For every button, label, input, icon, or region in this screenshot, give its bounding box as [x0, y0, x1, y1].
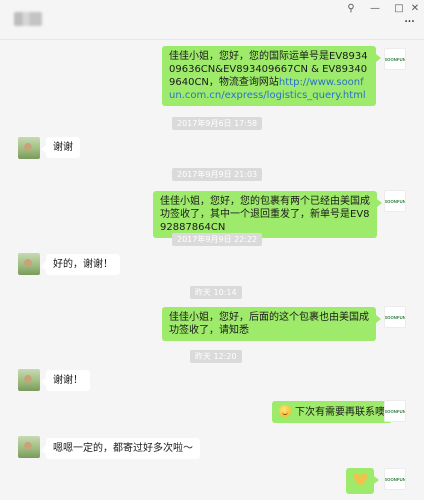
- message-bubble-incoming[interactable]: 好的，谢谢！: [41, 254, 120, 275]
- avatar-brand-text: SOONFUN: [384, 476, 406, 482]
- more-options-button[interactable]: ···: [402, 15, 416, 29]
- avatar-soonfun[interactable]: SOONFUN: [384, 190, 406, 212]
- avatar-brand-text: SOONFUN: [384, 198, 406, 204]
- avatar-brand-text: SOONFUN: [384, 408, 406, 414]
- message-text: 嗯嗯一定的，都寄过好多次啦～: [53, 443, 193, 454]
- chat-area[interactable]: 佳佳小姐，您好，您的国际运单号是EV893409636CN&EV89340966…: [0, 40, 424, 500]
- timestamp: 2017年9月6日 17:58: [172, 117, 263, 130]
- message-text: 佳佳小姐，您好，后面的这个包裹也由美国成功签收了，请知悉: [169, 312, 369, 336]
- avatar-brand-text: SOONFUN: [384, 56, 406, 62]
- message-text: 谢谢！: [53, 375, 83, 386]
- message-bubble-incoming[interactable]: 嗯嗯一定的，都寄过好多次啦～: [41, 438, 200, 459]
- timestamp: 昨天 10:14: [190, 286, 242, 299]
- clapping-hands-emoji-icon: [352, 472, 369, 486]
- timestamp: 2017年9月9日 22:22: [172, 233, 263, 246]
- timestamp: 2017年9月9日 21:03: [172, 168, 263, 181]
- minimize-icon[interactable]: —: [366, 2, 384, 16]
- avatar-brand-text: SOONFUN: [384, 314, 406, 320]
- avatar-user[interactable]: [18, 253, 40, 275]
- message-bubble-incoming[interactable]: 谢谢！: [41, 370, 90, 391]
- message-bubble-outgoing[interactable]: 佳佳小姐，您好，您的包裹有两个已经由美国成功签收了，其中一个退回重发了，新单号是…: [153, 191, 382, 238]
- avatar-user[interactable]: [18, 369, 40, 391]
- message-text: 谢谢: [53, 142, 73, 153]
- message-text: 下次有需要再联系噢: [295, 407, 385, 418]
- title-bar: ⚲ — □ ✕ ···: [0, 0, 424, 40]
- message-text: 好的，谢谢！: [53, 259, 113, 270]
- timestamp: 昨天 12:20: [190, 350, 242, 363]
- avatar-soonfun[interactable]: SOONFUN: [384, 400, 406, 422]
- avatar-soonfun[interactable]: SOONFUN: [384, 468, 406, 490]
- message-bubble-incoming[interactable]: 谢谢: [41, 137, 80, 158]
- message-bubble-outgoing[interactable]: [346, 468, 379, 494]
- avatar-user[interactable]: [18, 436, 40, 458]
- smile-emoji-icon: [279, 405, 291, 417]
- avatar-user[interactable]: [18, 137, 40, 159]
- message-bubble-outgoing[interactable]: 佳佳小姐，您好，后面的这个包裹也由美国成功签收了，请知悉: [162, 307, 381, 341]
- avatar-soonfun[interactable]: SOONFUN: [384, 48, 406, 70]
- pin-icon[interactable]: ⚲: [342, 2, 360, 16]
- avatar-soonfun[interactable]: SOONFUN: [384, 306, 406, 328]
- contact-name-blurred: [14, 12, 42, 26]
- message-text: 佳佳小姐，您好，您的包裹有两个已经由美国成功签收了，其中一个退回重发了，新单号是…: [160, 196, 370, 233]
- message-bubble-outgoing[interactable]: 下次有需要再联系噢: [272, 401, 397, 423]
- message-bubble-outgoing[interactable]: 佳佳小姐，您好，您的国际运单号是EV893409636CN&EV89340966…: [162, 46, 381, 106]
